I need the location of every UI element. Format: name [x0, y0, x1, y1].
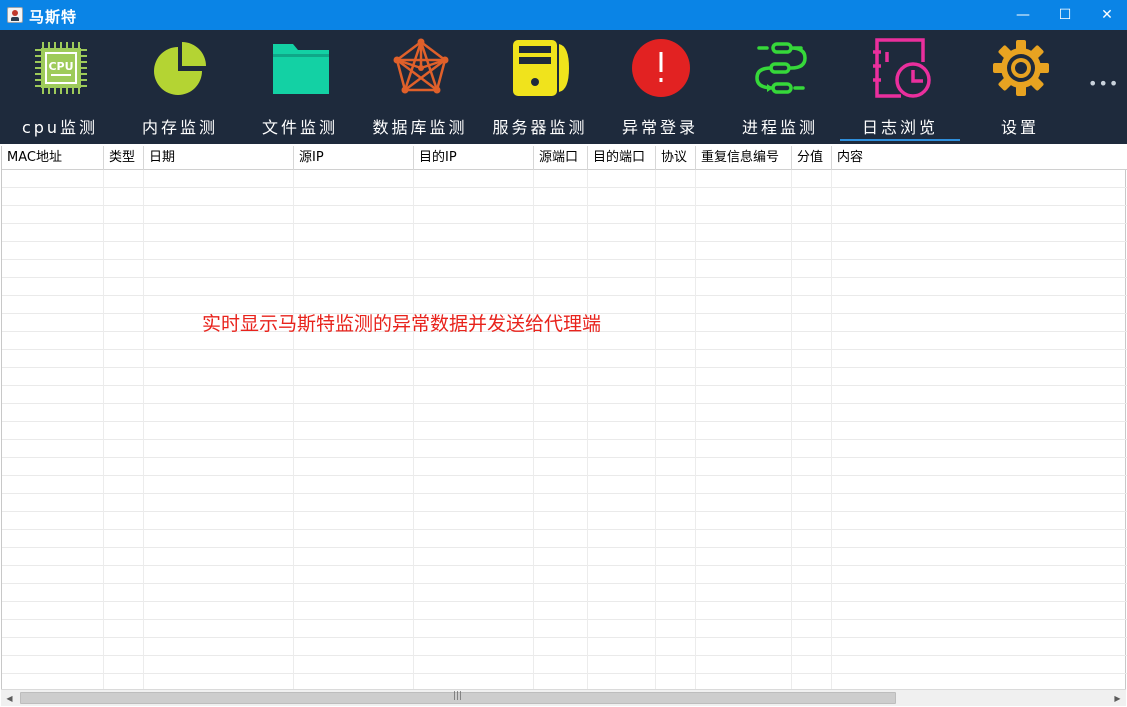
- column-header-source-port[interactable]: 源端口: [534, 146, 588, 170]
- toolbar-label-memory: 内存监测: [141, 118, 218, 137]
- toolbar-label-settings: 设置: [1000, 118, 1039, 137]
- column-header-content[interactable]: 内容: [832, 146, 1127, 170]
- column-divider: [587, 170, 588, 689]
- toolbar-label-process: 进程监测: [741, 118, 818, 137]
- alert-icon: [632, 39, 690, 97]
- main-toolbar: CPU cpu监测 内存监测 文件监测 数据库监测 服务器监测 异常登录 进程监…: [0, 30, 1127, 144]
- toolbar-item-database[interactable]: 数据库监测: [360, 30, 480, 144]
- toolbar-label-database: 数据库监测: [372, 118, 468, 137]
- log-table: MAC地址 类型 日期 源IP 目的IP 源端口 目的端口 协议 重复信息编号 …: [1, 146, 1127, 689]
- column-divider: [695, 170, 696, 689]
- process-flow-icon: [755, 42, 807, 94]
- folder-icon: [273, 44, 329, 94]
- table-header: MAC地址 类型 日期 源IP 目的IP 源端口 目的端口 协议 重复信息编号 …: [2, 146, 1127, 170]
- column-divider: [831, 170, 832, 689]
- network-graph-icon: [393, 38, 449, 94]
- window-title: 马斯特: [29, 8, 78, 26]
- column-header-score[interactable]: 分值: [792, 146, 832, 170]
- pie-chart-icon: [154, 42, 206, 95]
- toolbar-item-memory[interactable]: 内存监测: [120, 30, 240, 144]
- toolbar-item-abnormal-login[interactable]: 异常登录: [600, 30, 720, 144]
- column-header-source-ip[interactable]: 源IP: [294, 146, 414, 170]
- column-header-dest-port[interactable]: 目的端口: [588, 146, 656, 170]
- toolbar-label-abnormal-login: 异常登录: [621, 118, 698, 137]
- column-divider: [293, 170, 294, 689]
- maximize-button[interactable]: ☐: [1044, 0, 1086, 30]
- toolbar-label-log-browse: 日志浏览: [861, 118, 938, 137]
- cpu-chip-text: CPU: [48, 60, 73, 73]
- overlay-description-text: 实时显示马斯特监测的异常数据并发送给代理端: [202, 313, 602, 335]
- minimize-button[interactable]: —: [1002, 0, 1044, 30]
- column-divider: [533, 170, 534, 689]
- scroll-left-arrow-icon[interactable]: ◀: [1, 690, 18, 707]
- toolbar-item-server[interactable]: 服务器监测: [480, 30, 600, 144]
- scrollbar-grip-icon: |||: [453, 691, 463, 701]
- column-divider: [791, 170, 792, 689]
- toolbar-item-file[interactable]: 文件监测: [240, 30, 360, 144]
- server-icon: [513, 40, 569, 96]
- column-divider: [143, 170, 144, 689]
- column-header-repeat-id[interactable]: 重复信息编号: [696, 146, 792, 170]
- column-header-dest-ip[interactable]: 目的IP: [414, 146, 534, 170]
- column-divider: [413, 170, 414, 689]
- toolbar-item-process[interactable]: 进程监测: [720, 30, 840, 144]
- column-divider: [655, 170, 656, 689]
- app-icon: [7, 7, 23, 23]
- horizontal-scrollbar[interactable]: ◀ ||| ▶: [1, 689, 1126, 706]
- scroll-right-arrow-icon[interactable]: ▶: [1109, 690, 1126, 707]
- toolbar-item-log-browse[interactable]: 日志浏览: [840, 30, 960, 144]
- close-button[interactable]: ✕: [1086, 0, 1127, 30]
- toolbar-item-settings[interactable]: 设置: [960, 30, 1080, 144]
- column-divider: [103, 170, 104, 689]
- active-tab-underline: [840, 139, 960, 141]
- log-clock-icon: [873, 38, 931, 98]
- column-header-type[interactable]: 类型: [104, 146, 144, 170]
- toolbar-label-server: 服务器监测: [492, 118, 588, 137]
- scrollbar-thumb[interactable]: |||: [20, 691, 896, 704]
- column-header-mac[interactable]: MAC地址: [2, 146, 104, 170]
- title-bar: 马斯特 — ☐ ✕: [0, 0, 1127, 30]
- toolbar-label-file: 文件监测: [261, 118, 338, 137]
- toolbar-label-cpu: cpu监测: [21, 118, 99, 137]
- more-options-button[interactable]: •••: [1088, 74, 1119, 93]
- cpu-chip-icon: CPU: [35, 42, 87, 94]
- gear-icon: [993, 40, 1049, 96]
- column-header-protocol[interactable]: 协议: [656, 146, 696, 170]
- table-body-grid[interactable]: [2, 170, 1127, 689]
- toolbar-item-cpu[interactable]: CPU cpu监测: [0, 30, 120, 144]
- column-header-date[interactable]: 日期: [144, 146, 294, 170]
